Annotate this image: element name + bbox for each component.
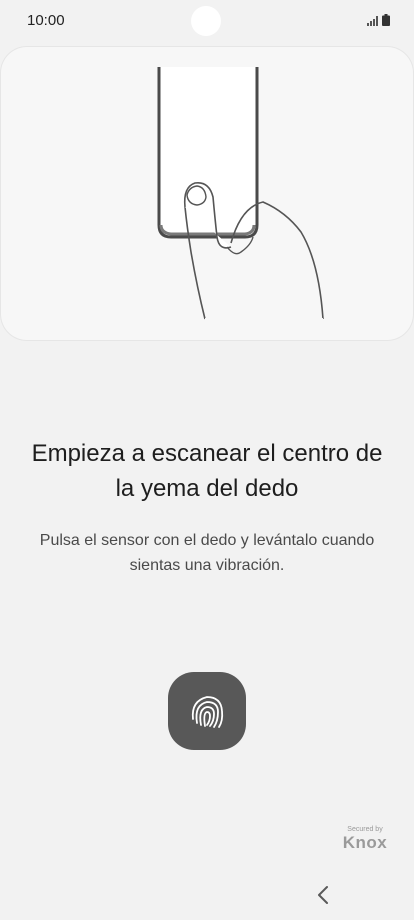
status-time: 10:00	[27, 12, 65, 29]
fingerprint-sensor-button[interactable]	[168, 672, 246, 750]
finger-on-phone-illustration	[157, 67, 324, 320]
fingerprint-icon	[191, 696, 224, 728]
description: Pulsa el sensor con el dedo y levántalo …	[39, 532, 375, 574]
headline: Empieza a escanear el centro de la yema …	[31, 440, 383, 502]
camera-cutout	[191, 6, 221, 36]
back-button[interactable]	[306, 880, 340, 910]
knox-brand: Knox	[342, 833, 388, 852]
battery-icon	[382, 14, 390, 26]
status-icons	[367, 14, 390, 26]
illustration-card	[1, 47, 413, 340]
chevron-left-icon	[318, 886, 328, 904]
signal-icon	[367, 16, 378, 26]
status-bar: 10:00	[0, 0, 414, 44]
knox-badge: Secured by Knox	[340, 826, 390, 852]
